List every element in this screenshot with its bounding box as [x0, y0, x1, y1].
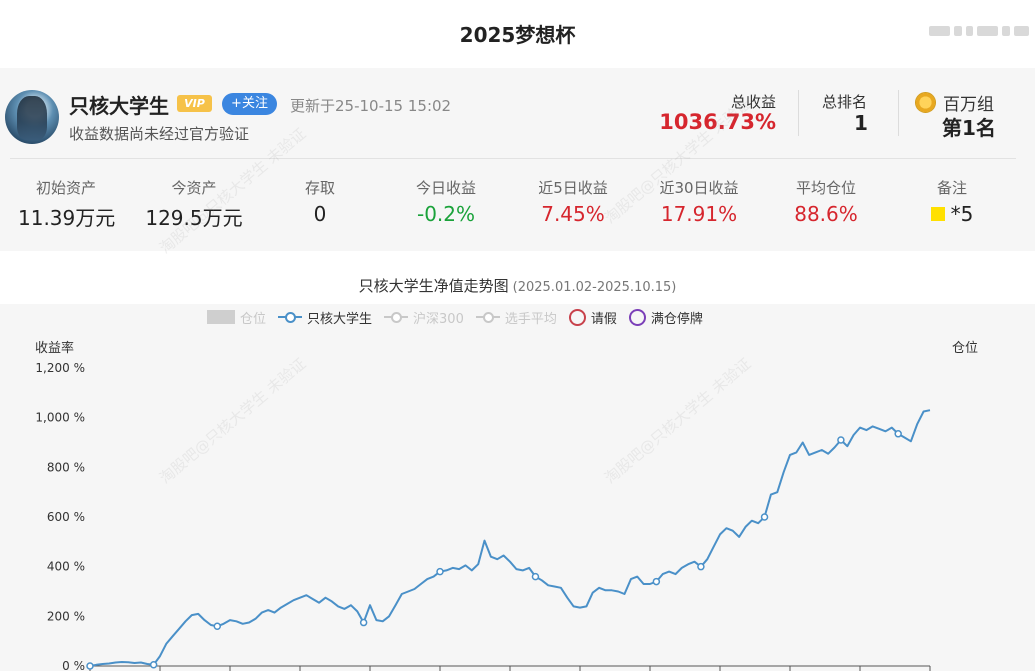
chart-plot: 0 % 200 % 400 % 600 % 800 % 1,000 % 1,200 % — [35, 361, 931, 671]
series-point — [359, 618, 368, 627]
series-point — [531, 572, 540, 581]
y-tick-label: 200 % — [47, 609, 85, 623]
series-point — [436, 567, 444, 576]
y-tick-label: 400 % — [47, 560, 85, 574]
y-tick-label: 600 % — [47, 510, 85, 524]
y-tick-label: 1,000 % — [35, 411, 85, 425]
series-point — [149, 661, 158, 669]
y-tick-label: 1,200 % — [35, 361, 85, 375]
series-point — [760, 513, 769, 521]
series-point — [894, 430, 902, 438]
y-tick-label: 0 % — [62, 659, 85, 671]
series-point — [86, 662, 94, 670]
series-point — [213, 622, 222, 631]
series-point — [652, 577, 661, 586]
series-point — [837, 436, 845, 444]
series-point — [697, 562, 705, 571]
y-tick-label: 800 % — [47, 460, 85, 474]
